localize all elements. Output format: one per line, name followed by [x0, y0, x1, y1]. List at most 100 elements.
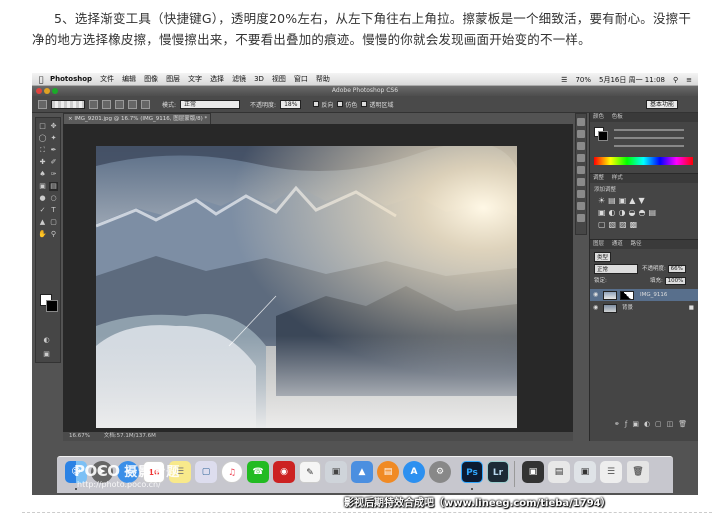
menu-image[interactable]: 图像 [144, 74, 158, 84]
move-tool-icon[interactable]: ✥ [49, 122, 58, 131]
layer-row-background[interactable]: ◉ 背景 ■ [590, 302, 698, 314]
blend-mode-select[interactable]: 正常 [594, 264, 638, 274]
diamond-gradient-icon[interactable] [141, 99, 150, 109]
menu-select[interactable]: 选择 [210, 74, 224, 84]
battery-label[interactable]: 70% [575, 76, 591, 84]
mode-select[interactable]: 正常 [180, 99, 241, 109]
reflected-gradient-icon[interactable] [128, 99, 137, 109]
system-preferences-icon[interactable]: ⚙ [429, 461, 451, 483]
layer-name[interactable]: IMG_9116 [640, 289, 667, 301]
menu-edit[interactable]: 编辑 [122, 74, 136, 84]
color-slider-r[interactable] [614, 129, 684, 131]
gradient-picker[interactable] [51, 99, 85, 109]
brush-panel-icon[interactable] [577, 142, 585, 150]
hand-tool-icon[interactable]: ✋ [38, 230, 47, 239]
quick-mask-icon[interactable]: ◐ [42, 336, 51, 345]
zoom-readout[interactable]: 16.67% [69, 433, 90, 439]
tab-styles[interactable]: 样式 [612, 175, 623, 181]
menu-3d[interactable]: 3D [254, 75, 264, 83]
color-slider-b[interactable] [614, 145, 684, 147]
healing-tool-icon[interactable]: ✚ [38, 158, 47, 167]
history-panel-icon[interactable] [577, 118, 585, 126]
adjustment-icons-row-2[interactable]: ▣◐◑◒◓▤ [598, 208, 659, 217]
dither-checkbox[interactable]: 仿色 [337, 100, 357, 109]
crop-tool-icon[interactable]: ⛶ [38, 146, 47, 155]
menu-app-name[interactable]: Photoshop [50, 75, 92, 83]
type-tool-icon[interactable]: T [49, 206, 58, 215]
background-color-swatch[interactable] [46, 300, 58, 312]
apple-icon[interactable]:  [32, 75, 50, 84]
itunes-icon[interactable]: ♫ [221, 461, 243, 483]
layer-name[interactable]: 背景 [622, 302, 633, 314]
brush-tool-icon[interactable]: ✐ [49, 158, 58, 167]
marquee-tool-icon[interactable]: □ [38, 122, 47, 131]
minimize-window-button[interactable] [44, 88, 50, 94]
color-bg-swatch[interactable] [598, 131, 608, 141]
color-slider-g[interactable] [614, 137, 684, 139]
menu-layer[interactable]: 图层 [166, 74, 180, 84]
eraser-tool-icon[interactable]: ▣ [38, 182, 47, 191]
reverse-checkbox[interactable]: 反向 [313, 100, 333, 109]
downloads-folder-icon[interactable]: ▣ [574, 461, 596, 483]
adjustment-icons-row-3[interactable]: ▢▧▨▩ [598, 220, 640, 229]
clock-label[interactable]: 5月16日 周一 11:08 [599, 75, 665, 85]
preview-icon[interactable]: ▢ [195, 461, 217, 483]
ibooks-icon[interactable]: ▤ [377, 461, 399, 483]
tab-swatches[interactable]: 色板 [612, 114, 623, 120]
pen-tool-icon[interactable]: ✓ [38, 206, 47, 215]
keynote-icon[interactable]: ▲ [351, 461, 373, 483]
path-select-icon[interactable]: ▲ [38, 218, 47, 227]
facetime-icon[interactable]: ☎ [247, 461, 269, 483]
visibility-eye-icon[interactable]: ◉ [593, 302, 598, 314]
zoom-window-button[interactable] [52, 88, 58, 94]
menu-help[interactable]: 帮助 [316, 74, 330, 84]
menu-view[interactable]: 视图 [272, 74, 286, 84]
screen-mode-icon[interactable]: ▣ [42, 350, 51, 359]
layer-mask-thumbnail[interactable] [620, 291, 634, 300]
clone-source-panel-icon[interactable] [577, 154, 585, 162]
lasso-tool-icon[interactable]: ◯ [38, 134, 47, 143]
adjustment-icons-row-1[interactable]: ☀▤▣▲▼ [598, 196, 648, 205]
transparency-checkbox[interactable]: 透明区域 [361, 100, 393, 109]
documents-folder-icon[interactable]: ▤ [548, 461, 570, 483]
documents-stack-icon[interactable]: ☰ [600, 461, 622, 483]
document-tab[interactable]: × IMG_9201.jpg @ 16.7% (IMG_9116, 图层蒙版/8… [63, 113, 211, 124]
layer-kind-filter[interactable]: 类型 [594, 252, 612, 262]
image-capture-icon[interactable]: ▣ [325, 461, 347, 483]
properties-panel-icon[interactable] [577, 190, 585, 198]
blur-tool-icon[interactable]: ● [38, 194, 47, 203]
layer-row-img9116[interactable]: ◉ IMG_9116 [590, 289, 698, 301]
list-icon[interactable]: ≡ [686, 76, 692, 84]
dodge-tool-icon[interactable]: ○ [49, 194, 58, 203]
app-store-icon[interactable]: A [403, 461, 425, 483]
layers-footer-icons[interactable]: ⚭ƒ▣◐▢◫🗑 [614, 420, 692, 428]
quick-select-tool-icon[interactable]: ✦ [49, 134, 58, 143]
eyedropper-tool-icon[interactable]: ✒ [49, 146, 58, 155]
menu-window[interactable]: 窗口 [294, 74, 308, 84]
tab-adjustments[interactable]: 调整 [593, 175, 604, 181]
shape-tool-icon[interactable]: ▢ [49, 218, 58, 227]
photo-booth-icon[interactable]: ◉ [273, 461, 295, 483]
canvas-photo[interactable] [96, 146, 517, 428]
lightroom-icon[interactable]: Lr [487, 461, 509, 483]
3d-panel-icon[interactable] [577, 214, 585, 222]
workspace-select[interactable]: 基本功能 [645, 100, 678, 109]
visibility-eye-icon[interactable]: ◉ [593, 289, 598, 301]
tab-layers[interactable]: 图层 [593, 241, 604, 247]
layer-opacity-input[interactable]: 66% [667, 265, 686, 273]
doc-size-readout[interactable]: 文档:57.1M/137.6M [104, 433, 156, 439]
clone-tool-icon[interactable]: ♠ [38, 170, 47, 179]
gradient-tool-icon[interactable] [38, 99, 47, 109]
paragraph-panel-icon[interactable] [577, 178, 585, 186]
tab-paths[interactable]: 路径 [631, 241, 642, 247]
spotlight-icon[interactable]: ⚲ [673, 76, 678, 84]
close-window-button[interactable] [36, 88, 42, 94]
color-spectrum-bar[interactable] [594, 157, 693, 165]
angle-gradient-icon[interactable] [115, 99, 124, 109]
textedit-icon[interactable]: ✎ [299, 461, 321, 483]
menu-type[interactable]: 文字 [188, 74, 202, 84]
zoom-tool-icon[interactable]: ⚲ [49, 230, 58, 239]
wifi-icon[interactable]: ☰ [561, 76, 567, 84]
menu-filter[interactable]: 滤镜 [232, 74, 246, 84]
menu-file[interactable]: 文件 [100, 74, 114, 84]
